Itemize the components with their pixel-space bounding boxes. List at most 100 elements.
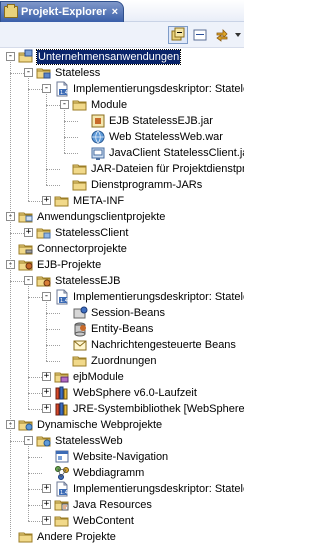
project-tree[interactable]: - Unternehmensanwendungen - Stateless -1.4 Im… — [0, 49, 244, 546]
tree-item-label[interactable]: Implementierungsdeskriptor: Stateless — [73, 82, 244, 96]
tree-row[interactable]: - Dynamische Webprojekte — [0, 417, 244, 433]
tree-row[interactable]: - Unternehmensanwendungen — [0, 49, 244, 65]
tree-connector — [46, 169, 60, 170]
tree-row[interactable]: - EJB-Projekte — [0, 257, 244, 273]
tree-row[interactable]: + WebSphere v6.0-Laufzeit — [0, 385, 244, 401]
tree-item-label[interactable]: Zuordnungen — [91, 354, 156, 368]
view-menu-icon — [216, 29, 228, 42]
tree-item-label[interactable]: JavaClient StatelessClient.jar — [109, 146, 244, 160]
tree-row[interactable]: Dienstprogramm-JARs — [0, 177, 244, 193]
sync-button[interactable] — [212, 26, 232, 44]
ear-project-icon — [36, 65, 52, 81]
collapse-toggle-icon[interactable]: - — [60, 100, 69, 109]
close-icon[interactable]: × — [112, 6, 118, 18]
tree-item-label[interactable]: Implementierungsdeskriptor: StatelessWeb — [73, 482, 244, 496]
collapse-all-button[interactable] — [168, 26, 188, 44]
view-menu-button[interactable] — [232, 26, 244, 44]
tree-item-label[interactable]: EJB StatelessEJB.jar — [109, 114, 213, 128]
tree-row[interactable]: - 1.4 Implementierungsdeskriptor: Stateles… — [0, 289, 244, 305]
tree-row[interactable]: EJB StatelessEJB.jar — [0, 113, 244, 129]
tree-row[interactable]: + StatelessClient — [0, 225, 244, 241]
tree-item-label[interactable]: Unternehmensanwendungen — [35, 49, 182, 65]
tree-row[interactable]: Session-Beans — [0, 305, 244, 321]
tree-item-label[interactable]: Connectorprojekte — [37, 242, 127, 256]
web-folder-icon — [18, 417, 34, 433]
expand-toggle-icon[interactable]: + — [42, 484, 51, 493]
tree-item-label[interactable]: StatelessWeb — [55, 434, 123, 448]
tree-row[interactable]: Connectorprojekte — [0, 241, 244, 257]
tree-row[interactable]: +1.4 Implementierungsdeskriptor: Stateles… — [0, 481, 244, 497]
tree-row[interactable]: + META-INF — [0, 193, 244, 209]
tree-connector — [28, 297, 42, 298]
tree-item-label[interactable]: EJB-Projekte — [37, 258, 101, 272]
tree-row[interactable]: JavaClient StatelessClient.jar — [0, 145, 244, 161]
tree-item-label[interactable]: JAR-Dateien für Projektdienstprogramme — [91, 162, 244, 176]
tree-item-label[interactable]: Java Resources — [73, 498, 152, 512]
tree-row[interactable]: Website-Navigation — [0, 449, 244, 465]
collapse-toggle-icon[interactable]: - — [24, 68, 33, 77]
tree-row[interactable]: - StatelessEJB — [0, 273, 244, 289]
tree-row[interactable]: + Java Resources — [0, 497, 244, 513]
collapse-toggle-icon[interactable]: - — [42, 292, 51, 301]
expand-toggle-icon[interactable]: + — [42, 516, 51, 525]
tree-row[interactable]: Zuordnungen — [0, 353, 244, 369]
collapse-toggle-icon[interactable]: - — [24, 436, 33, 445]
tree-row[interactable]: JAR-Dateien für Projektdienstprogramme — [0, 161, 244, 177]
tree-connector — [28, 89, 42, 90]
tree-row[interactable]: - Module — [0, 97, 244, 113]
tree-row[interactable]: + JRE-Systembibliothek [WebSphere v6 JRE] — [0, 401, 244, 417]
tree-item-label[interactable]: ejbModule — [73, 370, 124, 384]
tree-item-label[interactable]: Dienstprogramm-JARs — [91, 178, 202, 192]
expand-toggle-icon[interactable]: + — [42, 500, 51, 509]
tree-connector — [10, 73, 24, 74]
expand-toggle-icon[interactable]: + — [42, 404, 51, 413]
tree-item-label[interactable]: Website-Navigation — [73, 450, 168, 464]
tree-item-label[interactable]: Stateless — [55, 66, 100, 80]
deployment-descriptor-icon: 1.4 — [54, 289, 70, 305]
tree-row[interactable]: - Anwendungsclientprojekte — [0, 209, 244, 225]
source-folder-icon — [54, 369, 70, 385]
tree-item-label[interactable]: JRE-Systembibliothek [WebSphere v6 JRE] — [73, 402, 244, 416]
tree-item-label[interactable]: Andere Projekte — [37, 530, 116, 544]
tree-guide-line — [28, 78, 29, 201]
tree-row[interactable]: Nachrichtengesteuerte Beans — [0, 337, 244, 353]
collapse-toggle-icon[interactable]: - — [6, 52, 15, 61]
tree-connector — [28, 393, 42, 394]
tree-item-label[interactable]: WebSphere v6.0-Laufzeit — [73, 386, 197, 400]
tree-row[interactable]: - StatelessWeb — [0, 433, 244, 449]
tree-item-label[interactable]: Implementierungsdeskriptor: StatelessEJB — [73, 290, 244, 304]
tree-item-label[interactable]: Nachrichtengesteuerte Beans — [91, 338, 236, 352]
tree-guide-line — [64, 110, 65, 153]
tree-item-label[interactable]: WebContent — [73, 514, 134, 528]
tree-item-label[interactable]: StatelessClient — [55, 226, 128, 240]
tree-item-label[interactable]: Webdiagramm — [73, 466, 144, 480]
tab-project-explorer[interactable]: Projekt-Explorer × — [0, 1, 124, 22]
tree-row[interactable]: Entity-Beans — [0, 321, 244, 337]
expand-toggle-icon[interactable]: + — [42, 372, 51, 381]
folder-icon — [72, 161, 88, 177]
tree-row[interactable]: Web StatelessWeb.war — [0, 129, 244, 145]
tree-item-label[interactable]: Entity-Beans — [91, 322, 153, 336]
tree-row[interactable]: - 1.4 Implementierungsdeskriptor: Stateles… — [0, 81, 244, 97]
tree-item-label[interactable]: Web StatelessWeb.war — [109, 130, 223, 144]
tree-row[interactable]: - Stateless — [0, 65, 244, 81]
tree-connector — [46, 345, 60, 346]
expand-toggle-icon[interactable]: + — [42, 196, 51, 205]
expand-toggle-icon[interactable]: + — [42, 388, 51, 397]
tree-row[interactable]: + WebContent — [0, 513, 244, 529]
expand-toggle-icon[interactable]: + — [24, 228, 33, 237]
client-folder-icon — [18, 209, 34, 225]
tree-item-label[interactable]: StatelessEJB — [55, 274, 120, 288]
collapse-toggle-icon[interactable]: - — [24, 276, 33, 285]
tree-item-label[interactable]: Module — [91, 98, 127, 112]
link-with-editor-button[interactable] — [190, 26, 210, 44]
tree-connector — [28, 201, 42, 202]
tree-item-label[interactable]: Session-Beans — [91, 306, 165, 320]
tree-row[interactable]: Andere Projekte — [0, 529, 244, 545]
collapse-toggle-icon[interactable]: - — [42, 84, 51, 93]
tree-item-label[interactable]: Dynamische Webprojekte — [37, 418, 162, 432]
tree-item-label[interactable]: Anwendungsclientprojekte — [37, 210, 165, 224]
tree-row[interactable]: + ejbModule — [0, 369, 244, 385]
tree-item-label[interactable]: META-INF — [73, 194, 124, 208]
tree-row[interactable]: Webdiagramm — [0, 465, 244, 481]
